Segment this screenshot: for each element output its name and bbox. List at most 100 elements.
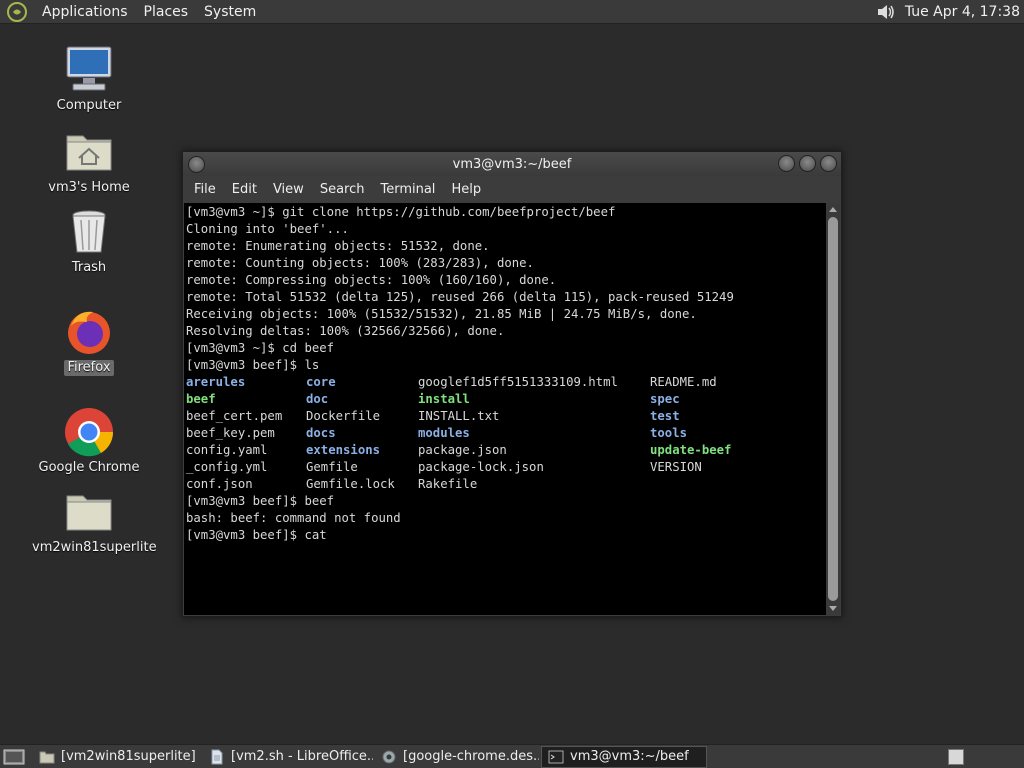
menu-edit[interactable]: Edit xyxy=(224,182,265,197)
terminal-menubar: File Edit View Search Terminal Help xyxy=(183,176,841,202)
minimize-button[interactable] xyxy=(778,155,795,172)
ls-entry: Dockerfile xyxy=(306,409,381,423)
ls-entry: doc xyxy=(306,392,329,406)
terminal-scrollbar[interactable] xyxy=(826,203,840,615)
terminal-line: [vm3@vm3 beef]$ beef xyxy=(186,494,335,508)
desktop-icon-label: Computer xyxy=(56,98,122,113)
trash-icon xyxy=(72,210,106,253)
terminal-line: Resolving deltas: 100% (32566/32566), do… xyxy=(186,324,505,338)
ls-entry: extensions xyxy=(306,443,381,457)
ls-output-row: arerules core googlef1d5ff5151333109.html R… xyxy=(186,374,827,391)
taskbar-item[interactable]: [vm2win81superlite] xyxy=(33,746,201,768)
close-button[interactable] xyxy=(820,155,837,172)
terminal-output[interactable]: [vm3@vm3 ~]$ git clone https://github.co… xyxy=(184,203,827,615)
taskbar-item[interactable]: [google-chrome.des... xyxy=(375,746,539,768)
ls-entry: VERSION xyxy=(650,460,702,474)
ls-entry: beef_key.pem xyxy=(186,426,275,440)
show-desktop-icon[interactable] xyxy=(3,748,27,766)
ls-output-row: conf.json Gemfile.lock Rakefile xyxy=(186,476,827,493)
terminal-window[interactable]: vm3@vm3:~/beef File Edit View Search Ter… xyxy=(182,151,842,617)
taskbar-item-label: [vm2.sh - LibreOffice... xyxy=(231,749,373,764)
desktop-icon-home[interactable]: vm3's Home xyxy=(29,126,149,196)
taskbar-item[interactable]: [vm2.sh - LibreOffice... xyxy=(203,746,373,768)
ls-entry: update-beef xyxy=(650,443,732,457)
task-list: [vm2win81superlite] [vm2.sh - LibreOffice… xyxy=(33,745,709,768)
ls-entry: Gemfile.lock xyxy=(306,477,395,491)
ls-entry: README.md xyxy=(650,375,717,389)
scroll-up-arrow-icon[interactable] xyxy=(829,207,837,212)
ls-entry: config.yaml xyxy=(186,443,268,457)
menu-terminal[interactable]: Terminal xyxy=(372,182,443,197)
window-titlebar[interactable]: vm3@vm3:~/beef xyxy=(183,152,841,176)
desktop-icon-firefox[interactable]: Firefox xyxy=(29,306,149,376)
ls-entry: googlef1d5ff5151333109.html xyxy=(418,375,618,389)
gnome-foot-icon[interactable] xyxy=(6,1,28,23)
desktop-icon-label: Trash xyxy=(71,260,107,275)
maximize-button[interactable] xyxy=(799,155,816,172)
terminal-line: remote: Enumerating objects: 51532, done… xyxy=(186,239,490,253)
ls-entry: docs xyxy=(306,426,336,440)
taskbar-item-label: vm3@vm3:~/beef xyxy=(570,749,689,764)
window-menu-button[interactable] xyxy=(188,156,205,173)
home-folder-icon xyxy=(66,135,112,171)
desktop-icon-label: Google Chrome xyxy=(38,460,140,475)
terminal-line: [vm3@vm3 beef]$ cat xyxy=(186,528,327,542)
ls-entry: core xyxy=(306,375,336,389)
menu-file[interactable]: File xyxy=(186,182,224,197)
ls-entry: modules xyxy=(418,426,470,440)
ls-entry: package.json xyxy=(418,443,507,457)
ls-entry: test xyxy=(650,409,680,423)
desktop-icon-chrome[interactable]: Google Chrome xyxy=(29,406,149,476)
ls-entry: Gemfile xyxy=(306,460,358,474)
desktop-icon-label: vm2win81superlite xyxy=(32,540,157,555)
workspace-switcher[interactable] xyxy=(948,748,964,765)
desktop-icon-computer[interactable]: Computer xyxy=(29,44,149,114)
terminal-line: Receiving objects: 100% (51532/51532), 2… xyxy=(186,307,697,321)
chrome-icon xyxy=(65,408,114,457)
desktop-icon-label: Firefox xyxy=(64,360,114,376)
terminal-line: remote: Total 51532 (delta 125), reused … xyxy=(186,290,734,304)
folder-icon xyxy=(66,495,112,531)
computer-icon xyxy=(66,46,112,91)
menu-system[interactable]: System xyxy=(196,4,264,20)
menu-applications[interactable]: Applications xyxy=(34,4,136,20)
terminal-line: [vm3@vm3 ~]$ cd beef xyxy=(186,341,335,355)
ls-entry: tools xyxy=(650,426,688,440)
terminal-line: remote: Counting objects: 100% (283/283)… xyxy=(186,256,534,270)
desktop-icon-label: vm3's Home xyxy=(48,180,130,195)
taskbar-item[interactable]: vm3@vm3:~/beef xyxy=(541,745,707,768)
volume-icon[interactable] xyxy=(875,1,897,23)
bottom-panel: [vm2win81superlite] [vm2.sh - LibreOffice… xyxy=(0,744,1024,768)
terminal-line: remote: Compressing objects: 100% (160/1… xyxy=(186,273,557,287)
scroll-down-arrow-icon[interactable] xyxy=(829,606,837,611)
window-title: vm3@vm3:~/beef xyxy=(452,156,572,172)
top-panel: Applications Places System Tue Apr 4, 17… xyxy=(0,0,1024,24)
terminal-line: bash: beef: command not found xyxy=(186,511,401,525)
ls-entry: beef_cert.pem xyxy=(186,409,283,423)
desktop-icon-trash[interactable]: Trash xyxy=(29,206,149,276)
menu-help[interactable]: Help xyxy=(443,182,489,197)
ls-entry: beef xyxy=(186,392,216,406)
ls-entry xyxy=(650,476,770,493)
ls-output-row: config.yaml extensions package.json update-… xyxy=(186,442,827,459)
ls-output-row: beef_cert.pem Dockerfile INSTALL.txt test xyxy=(186,408,827,425)
ls-output-row: beef_key.pem docs modules tools xyxy=(186,425,827,442)
ls-output-row: _config.yml Gemfile package-lock.json VERSI… xyxy=(186,459,827,476)
terminal-icon xyxy=(548,750,564,763)
menu-search[interactable]: Search xyxy=(312,182,373,197)
clock[interactable]: Tue Apr 4, 17:38 xyxy=(905,4,1020,20)
scrollbar-thumb[interactable] xyxy=(828,217,838,601)
terminal-line: [vm3@vm3 beef]$ ls xyxy=(186,358,320,372)
firefox-icon xyxy=(68,311,110,354)
ls-output-row: beef doc install spec xyxy=(186,391,827,408)
ls-entry: spec xyxy=(650,392,680,406)
terminal-line: [vm3@vm3 ~]$ git clone https://github.co… xyxy=(186,205,616,219)
desktop-icon-vm2win81superlite[interactable]: vm2win81superlite xyxy=(29,486,157,556)
menu-view[interactable]: View xyxy=(265,182,312,197)
menu-places[interactable]: Places xyxy=(136,4,197,20)
document-icon xyxy=(211,749,223,764)
taskbar-item-label: [google-chrome.des... xyxy=(403,749,539,764)
window-controls xyxy=(778,155,837,172)
gear-icon xyxy=(382,750,396,763)
ls-entry: package-lock.json xyxy=(418,460,544,474)
